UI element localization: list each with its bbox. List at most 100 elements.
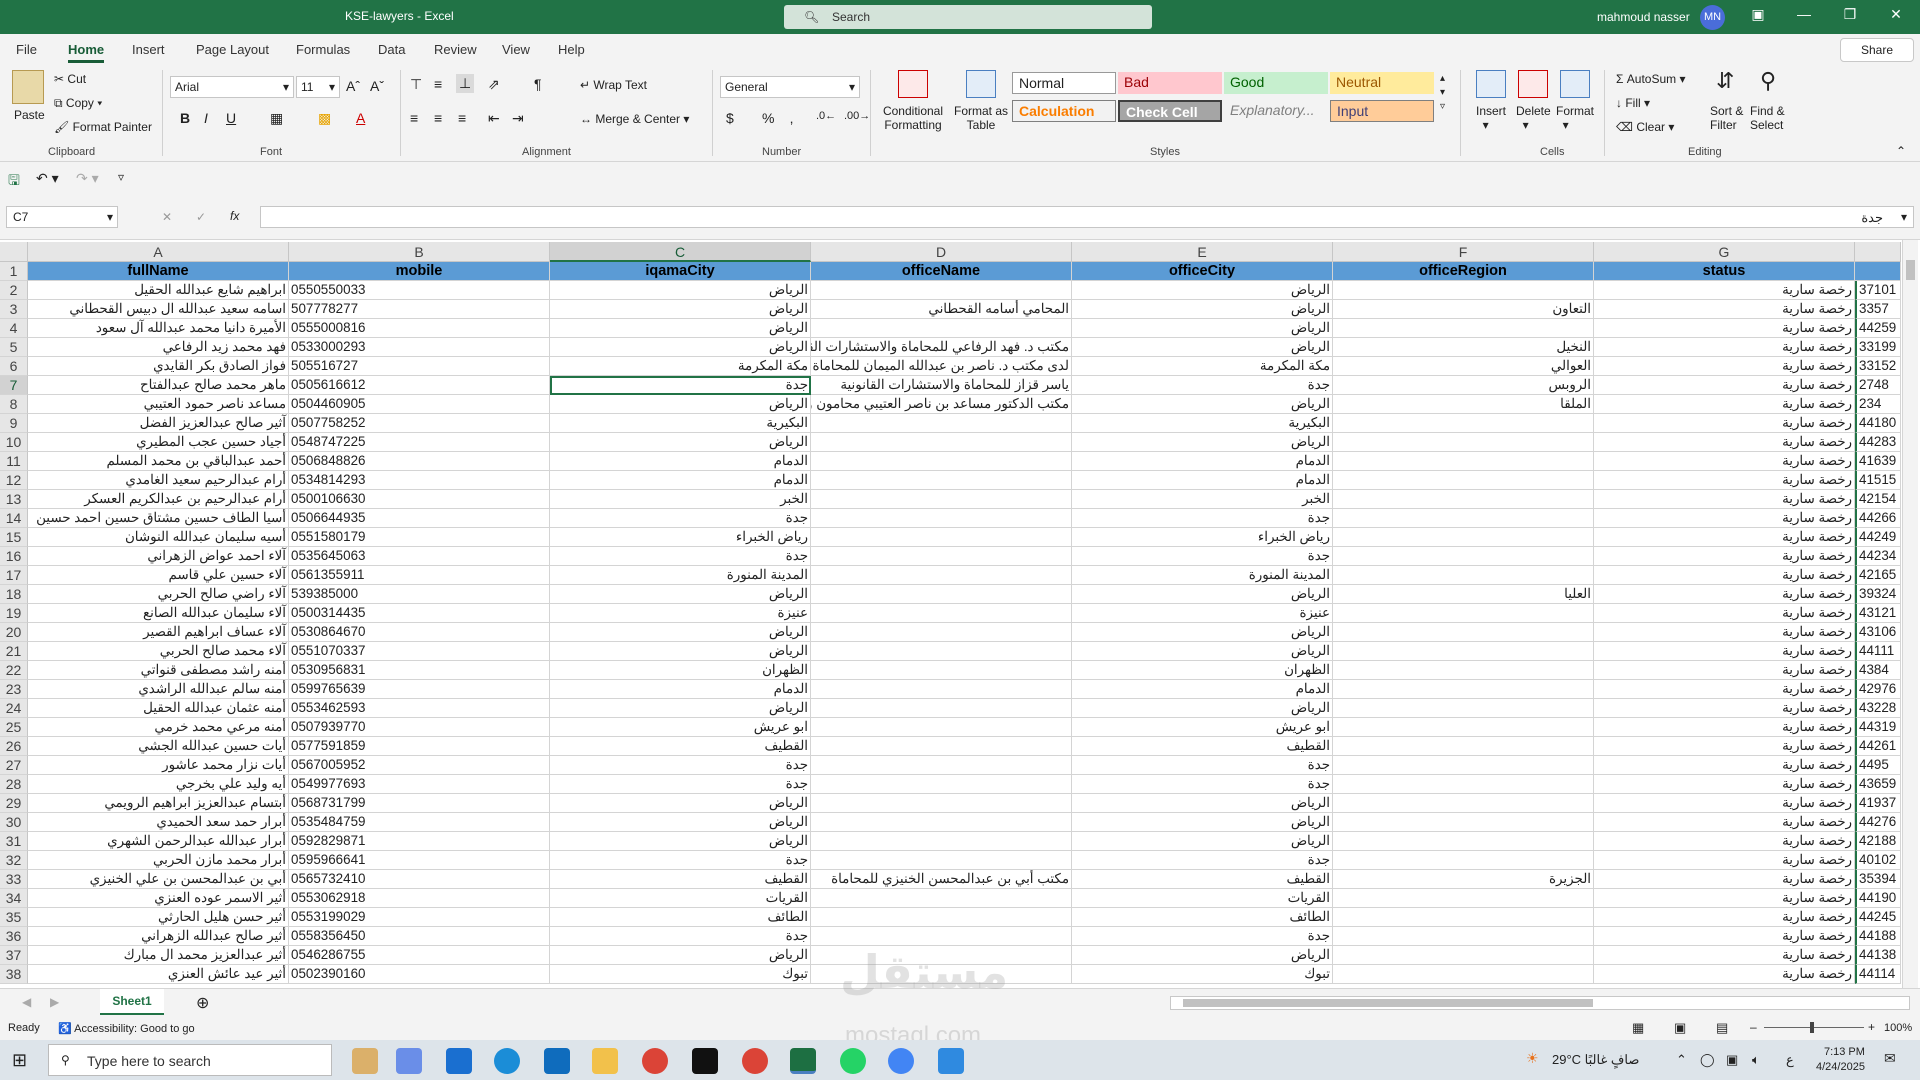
header-cell-status[interactable]: status xyxy=(1594,262,1855,281)
accessibility-status[interactable]: ♿ Accessibility: Good to go xyxy=(58,1022,195,1035)
row-header[interactable]: 13 xyxy=(0,490,28,509)
cell-mobile[interactable]: 0550550033 xyxy=(289,281,550,300)
cell-iqamacity[interactable]: الدمام xyxy=(550,680,811,699)
cell-mobile[interactable]: 0551070337 xyxy=(289,642,550,661)
minimize-icon[interactable]: — xyxy=(1784,6,1824,22)
page-layout-view-icon[interactable]: ▣ xyxy=(1674,1020,1686,1036)
cell-officename[interactable] xyxy=(811,661,1072,680)
page-break-view-icon[interactable]: ▤ xyxy=(1716,1020,1728,1036)
cell-status[interactable]: رخصة سارية xyxy=(1594,870,1855,889)
cell-iqamacity[interactable]: تبوك xyxy=(550,965,811,984)
cell-iqamacity[interactable]: الرياض xyxy=(550,623,811,642)
file-explorer-icon[interactable] xyxy=(592,1048,618,1074)
cell-h[interactable]: 43106 xyxy=(1855,623,1901,642)
excel-icon[interactable] xyxy=(790,1048,816,1074)
cell-fullname[interactable]: أسيا الطاف حسين مشتاق حسين احمد حسين xyxy=(28,509,289,528)
row-header[interactable]: 38 xyxy=(0,965,28,984)
cell-iqamacity[interactable]: الرياض xyxy=(550,338,811,357)
cell-officename[interactable] xyxy=(811,414,1072,433)
align-middle-icon[interactable]: ≡ xyxy=(434,76,442,92)
cell-officecity[interactable]: جدة xyxy=(1072,547,1333,566)
cell-h[interactable]: 4495 xyxy=(1855,756,1901,775)
cell-iqamacity[interactable]: مكة المكرمة xyxy=(550,357,811,376)
row-header[interactable]: 25 xyxy=(0,718,28,737)
cell-officeregion[interactable] xyxy=(1333,414,1594,433)
cell-officename[interactable] xyxy=(811,585,1072,604)
avatar[interactable]: MN xyxy=(1700,5,1725,30)
tab-home[interactable]: Home xyxy=(68,42,105,63)
cell-h[interactable]: 39324 xyxy=(1855,585,1901,604)
chrome-alt-icon[interactable] xyxy=(888,1048,914,1074)
cell-fullname[interactable]: أثير عيد عائش العنزي xyxy=(28,965,289,984)
cell-fullname[interactable]: أمنه عثمان عبدالله الحقيل xyxy=(28,699,289,718)
column-header-c[interactable]: C xyxy=(550,242,811,262)
cell-iqamacity[interactable]: الرياض xyxy=(550,699,811,718)
merge-center-button[interactable]: ↔ Merge & Center ▾ xyxy=(580,112,689,126)
ribbon-display-icon[interactable]: ▣ xyxy=(1738,6,1778,23)
cell-officename[interactable] xyxy=(811,737,1072,756)
cell-iqamacity[interactable]: الرياض xyxy=(550,642,811,661)
zoom-thumb[interactable] xyxy=(1810,1022,1814,1033)
fill-button[interactable]: ↓ Fill ▾ xyxy=(1616,96,1650,110)
row-header[interactable]: 9 xyxy=(0,414,28,433)
tab-page-layout[interactable]: Page Layout xyxy=(196,42,269,57)
format-cells-button[interactable]: Format ▾ xyxy=(1556,104,1594,132)
taskbar-search[interactable]: ⚲ Type here to search xyxy=(48,1044,332,1076)
cell-fullname[interactable]: أمنه سالم عبدالله الراشدي xyxy=(28,680,289,699)
enter-icon[interactable]: ✓ xyxy=(196,210,206,224)
cell-officecity[interactable]: الرياض xyxy=(1072,699,1333,718)
cell-h[interactable]: 44259 xyxy=(1855,319,1901,338)
cell-officename[interactable]: مكتب د. فهد الرفاعي للمحاماة والاستشارات… xyxy=(811,338,1072,357)
cell-mobile[interactable]: 0530864670 xyxy=(289,623,550,642)
cell-iqamacity[interactable]: الدمام xyxy=(550,471,811,490)
cell-officecity[interactable]: الدمام xyxy=(1072,471,1333,490)
row-header[interactable]: 8 xyxy=(0,395,28,414)
row-header[interactable]: 2 xyxy=(0,281,28,300)
cell-mobile[interactable]: 0595966641 xyxy=(289,851,550,870)
cell-mobile[interactable]: 0533000293 xyxy=(289,338,550,357)
cell-officecity[interactable]: الرياض xyxy=(1072,813,1333,832)
cell-officename[interactable] xyxy=(811,547,1072,566)
style-explanatory[interactable]: Explanatory... xyxy=(1224,100,1328,122)
cell-officename[interactable] xyxy=(811,528,1072,547)
cell-status[interactable]: رخصة سارية xyxy=(1594,832,1855,851)
column-header-a[interactable]: A xyxy=(28,242,289,262)
conditional-formatting-button[interactable]: Conditional Formatting xyxy=(880,104,946,132)
cell-status[interactable]: رخصة سارية xyxy=(1594,547,1855,566)
cell-officename[interactable] xyxy=(811,281,1072,300)
cell-fullname[interactable]: أيه وليد علي بخرجي xyxy=(28,775,289,794)
cell-mobile[interactable]: 0551580179 xyxy=(289,528,550,547)
whatsapp-icon[interactable] xyxy=(840,1048,866,1074)
column-header-d[interactable]: D xyxy=(811,242,1072,262)
formula-input[interactable]: جدة ▾ xyxy=(260,206,1914,228)
cell-officecity[interactable]: الرياض xyxy=(1072,319,1333,338)
cell-iqamacity[interactable]: الطائف xyxy=(550,908,811,927)
column-header-e[interactable]: E xyxy=(1072,242,1333,262)
cell-iqamacity[interactable]: الرياض xyxy=(550,281,811,300)
add-sheet-icon[interactable]: ⊕ xyxy=(196,993,209,1013)
bold-button[interactable]: B xyxy=(180,110,190,126)
cell-fullname[interactable]: أبرار حمد سعد الحميدي xyxy=(28,813,289,832)
align-center-icon[interactable]: ≡ xyxy=(434,110,442,126)
cell-mobile[interactable]: 0500314435 xyxy=(289,604,550,623)
row-header[interactable]: 17 xyxy=(0,566,28,585)
cell-fullname[interactable]: ابراهيم شايع عبدالله الحقيل xyxy=(28,281,289,300)
row-header[interactable]: 31 xyxy=(0,832,28,851)
cell-officecity[interactable]: الظهران xyxy=(1072,661,1333,680)
row-header[interactable]: 5 xyxy=(0,338,28,357)
cell-h[interactable]: 44180 xyxy=(1855,414,1901,433)
cell-status[interactable]: رخصة سارية xyxy=(1594,490,1855,509)
align-top-icon[interactable]: ⊤ xyxy=(410,76,422,93)
cell-h[interactable]: 42976 xyxy=(1855,680,1901,699)
row-header[interactable]: 16 xyxy=(0,547,28,566)
cell-officeregion[interactable] xyxy=(1333,965,1594,984)
cell-fullname[interactable]: آلاء عساف ابراهيم القصير xyxy=(28,623,289,642)
row-header[interactable]: 11 xyxy=(0,452,28,471)
align-left-icon[interactable]: ≡ xyxy=(410,110,418,126)
chrome-icon[interactable] xyxy=(642,1048,668,1074)
cell-officeregion[interactable] xyxy=(1333,509,1594,528)
language-indicator[interactable]: ع xyxy=(1786,1052,1794,1068)
zoom-slider[interactable] xyxy=(1764,1022,1864,1033)
cell-h[interactable]: 4384 xyxy=(1855,661,1901,680)
cell-mobile[interactable]: 0553199029 xyxy=(289,908,550,927)
